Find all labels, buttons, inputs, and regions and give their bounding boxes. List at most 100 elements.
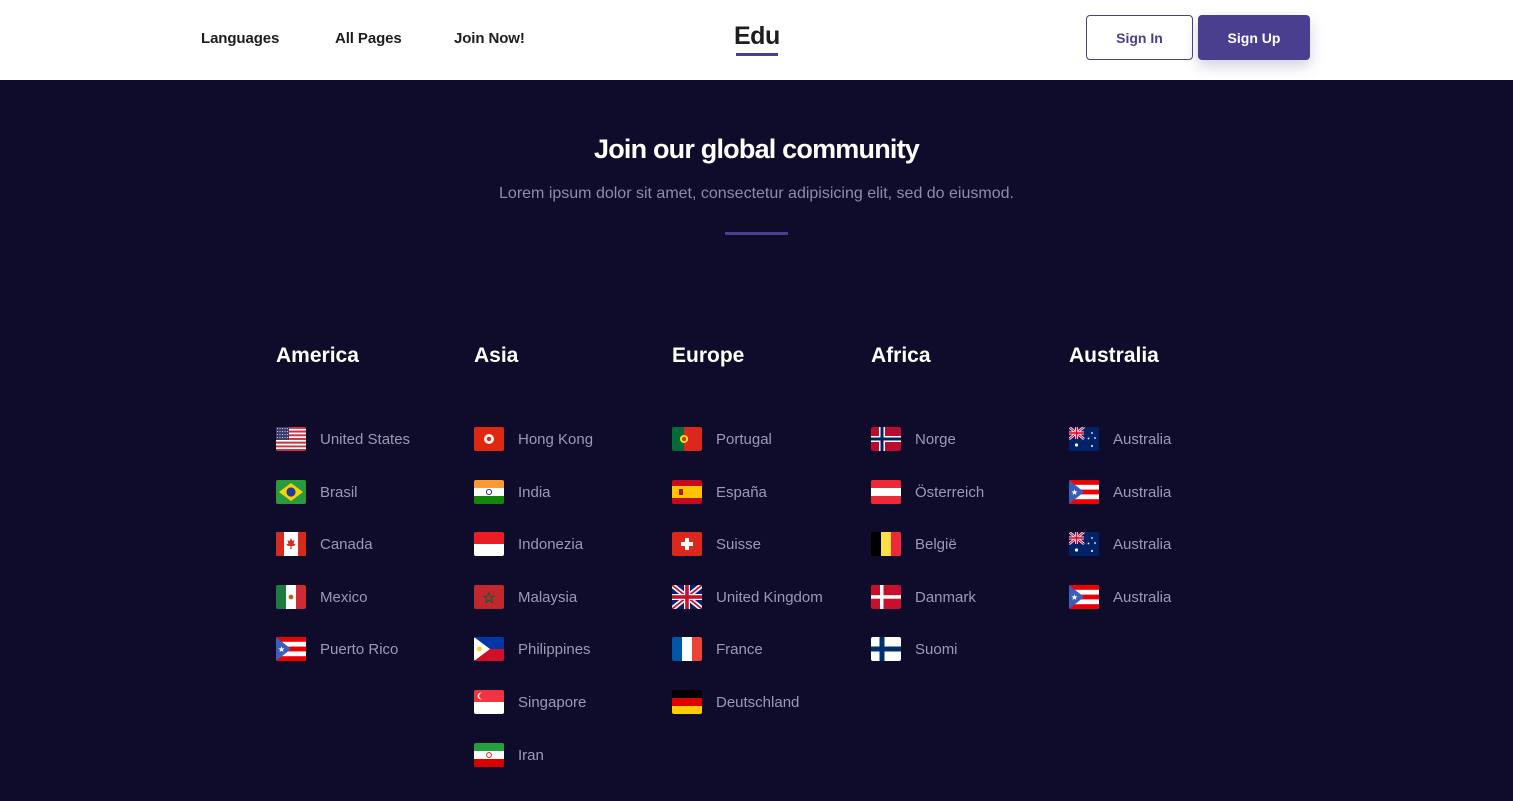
country-link[interactable]: France — [672, 636, 862, 662]
section-subtitle: Lorem ipsum dolor sit amet, consectetur … — [499, 185, 1014, 202]
region-title: Africa — [871, 344, 931, 367]
pr-flag-icon — [1069, 585, 1099, 609]
country-label: Deutschland — [716, 693, 800, 711]
country-label: België — [915, 535, 957, 553]
country-label: Portugal — [716, 430, 772, 448]
top-navbar: Languages All Pages Join Now! Edu Sign I… — [0, 0, 1513, 80]
pt-flag-icon — [672, 427, 702, 451]
country-link[interactable]: India — [474, 479, 664, 505]
country-link[interactable]: Philippines — [474, 636, 664, 662]
country-label: United Kingdom — [716, 588, 823, 606]
pr-flag-icon — [276, 637, 306, 661]
country-label: Canada — [320, 535, 373, 553]
nav-link-join-now[interactable]: Join Now! — [454, 30, 525, 47]
country-link[interactable]: Mexico — [276, 584, 466, 610]
region-title: America — [276, 344, 359, 367]
country-label: España — [716, 483, 767, 501]
country-label: Australia — [1113, 430, 1172, 448]
logo-underline — [736, 53, 778, 56]
country-label: Mexico — [320, 588, 368, 606]
country-label: Hong Kong — [518, 430, 594, 448]
country-link[interactable]: Iran — [474, 742, 664, 768]
country-label: Suomi — [915, 640, 958, 658]
country-label: Suisse — [716, 535, 762, 553]
mx-flag-icon — [276, 585, 306, 609]
country-link[interactable]: Australia — [1069, 479, 1259, 505]
country-label: Österreich — [915, 483, 985, 501]
gb-flag-icon — [672, 585, 702, 609]
country-link[interactable]: Hong Kong — [474, 426, 664, 452]
title-divider — [725, 232, 788, 235]
country-link[interactable]: Portugal — [672, 426, 862, 452]
es-flag-icon — [672, 480, 702, 504]
country-link[interactable]: Indonezia — [474, 531, 664, 557]
section-title: Join our global community — [593, 134, 920, 164]
region-column-america: America United States Brasil Canada Mexico Pu… — [276, 344, 466, 661]
be-flag-icon — [871, 532, 901, 556]
country-label: Australia — [1113, 535, 1172, 553]
country-link[interactable]: Norge — [871, 426, 1061, 452]
region-title: Australia — [1069, 344, 1159, 367]
country-label: Norge — [915, 430, 956, 448]
country-link[interactable]: Suisse — [672, 531, 862, 557]
ca-flag-icon — [276, 532, 306, 556]
country-link[interactable]: Deutschland — [672, 689, 862, 715]
country-label: India — [518, 483, 551, 501]
ma-flag-icon — [474, 585, 504, 609]
country-link[interactable]: Australia — [1069, 426, 1259, 452]
br-flag-icon — [276, 480, 306, 504]
region-title: Europe — [672, 344, 745, 367]
country-label: Iran — [518, 746, 544, 764]
region-column-africa: Africa Norge Österreich België Danmark Suomi — [871, 344, 1061, 661]
country-link[interactable]: Danmark — [871, 584, 1061, 610]
country-link[interactable]: België — [871, 531, 1061, 557]
nav-link-all-pages[interactable]: All Pages — [335, 30, 402, 47]
id-flag-icon — [474, 532, 504, 556]
dk-flag-icon — [871, 585, 901, 609]
ir-flag-icon — [474, 743, 504, 767]
country-label: France — [716, 640, 763, 658]
country-link[interactable]: Australia — [1069, 531, 1259, 557]
country-link[interactable]: Malaysia — [474, 584, 664, 610]
country-link[interactable]: United States — [276, 426, 466, 452]
de-flag-icon — [672, 690, 702, 714]
in-flag-icon — [474, 480, 504, 504]
region-title: Asia — [474, 344, 519, 367]
fr-flag-icon — [672, 637, 702, 661]
nav-link-languages[interactable]: Languages — [201, 30, 279, 47]
country-label: Singapore — [518, 693, 587, 711]
ph-flag-icon — [474, 637, 504, 661]
us-flag-icon — [276, 427, 306, 451]
country-label: Puerto Rico — [320, 640, 399, 658]
sg-flag-icon — [474, 690, 504, 714]
country-link[interactable]: Canada — [276, 531, 466, 557]
region-column-australia: Australia Australia Australia Australia Aust… — [1069, 344, 1259, 609]
country-label: Australia — [1113, 588, 1172, 606]
sign-in-button[interactable]: Sign In — [1086, 15, 1193, 60]
country-link[interactable]: España — [672, 479, 862, 505]
country-label: Danmark — [915, 588, 976, 606]
at-flag-icon — [871, 480, 901, 504]
ch-flag-icon — [672, 532, 702, 556]
no-flag-icon — [871, 427, 901, 451]
country-link[interactable]: Singapore — [474, 689, 664, 715]
country-link[interactable]: Brasil — [276, 479, 466, 505]
country-link[interactable]: Australia — [1069, 584, 1259, 610]
country-label: Brasil — [320, 483, 358, 501]
fi-flag-icon — [871, 637, 901, 661]
country-label: Malaysia — [518, 588, 578, 606]
country-label: Indonezia — [518, 535, 584, 553]
country-label: United States — [320, 430, 411, 448]
country-label: Australia — [1113, 483, 1172, 501]
hk-flag-icon — [474, 427, 504, 451]
country-label: Philippines — [518, 640, 591, 658]
country-link[interactable]: United Kingdom — [672, 584, 862, 610]
country-link[interactable]: Österreich — [871, 479, 1061, 505]
pr-flag-icon — [1069, 480, 1099, 504]
country-link[interactable]: Suomi — [871, 636, 1061, 662]
region-column-europe: Europe Portugal España Suisse United Kingdom… — [672, 344, 862, 714]
country-link[interactable]: Puerto Rico — [276, 636, 466, 662]
au-flag-icon — [1069, 532, 1099, 556]
logo[interactable]: Edu — [734, 22, 780, 51]
sign-up-button[interactable]: Sign Up — [1198, 15, 1310, 60]
